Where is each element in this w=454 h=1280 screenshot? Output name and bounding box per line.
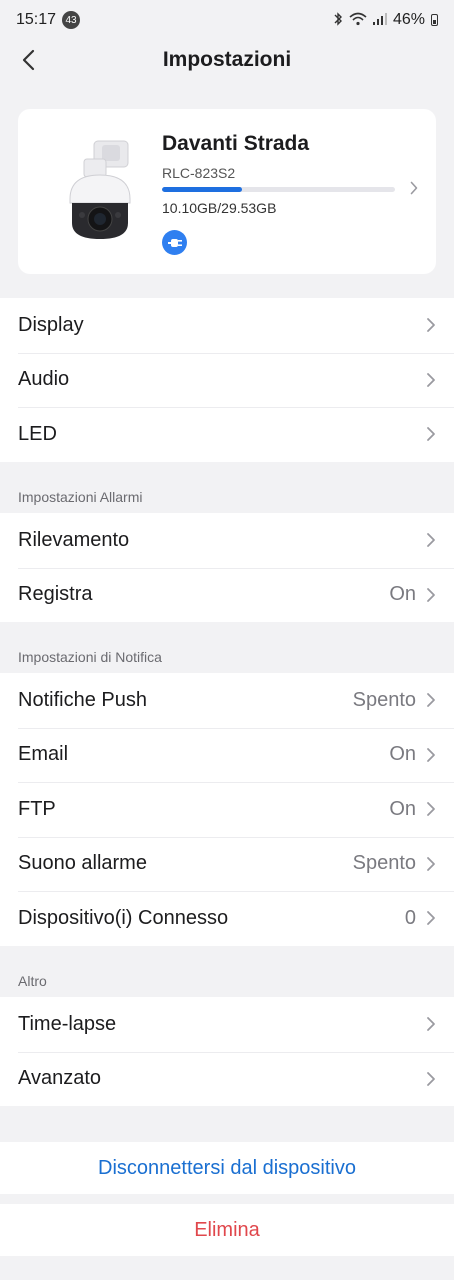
settings-row-connected-devices[interactable]: Dispositivo(i) Connesso 0 bbox=[0, 891, 454, 946]
device-card[interactable]: Davanti Strada RLC-823S2 10.10GB/29.53GB bbox=[18, 109, 436, 274]
chevron-right-icon bbox=[427, 533, 435, 548]
settings-row-email[interactable]: Email On bbox=[0, 727, 454, 783]
alarm-settings-group: Rilevamento Registra On bbox=[0, 513, 454, 622]
chevron-right-icon bbox=[427, 372, 435, 387]
notification-settings-group: Notifiche Push Spento Email On FTP On Su… bbox=[0, 673, 454, 946]
storage-progress-bar bbox=[162, 187, 395, 192]
general-settings-group: Display Audio LED bbox=[0, 298, 454, 462]
settings-row-detection[interactable]: Rilevamento bbox=[0, 513, 454, 568]
row-value: On bbox=[389, 797, 416, 820]
row-label: Display bbox=[18, 313, 84, 336]
row-label: FTP bbox=[18, 797, 56, 820]
device-name: Davanti Strada bbox=[162, 132, 310, 155]
delete-device-button[interactable]: Elimina bbox=[0, 1204, 454, 1256]
row-label: Email bbox=[18, 743, 69, 766]
row-label: Dispositivo(i) Connesso bbox=[18, 906, 229, 929]
chevron-left-icon bbox=[22, 49, 35, 71]
chevron-right-icon bbox=[427, 693, 435, 708]
section-title-other: Altro bbox=[18, 973, 47, 989]
section-title-alarm: Impostazioni Allarmi bbox=[18, 489, 143, 505]
status-time: 15:17 bbox=[16, 11, 57, 28]
settings-row-led[interactable]: LED bbox=[0, 407, 454, 462]
row-value: 0 bbox=[404, 906, 416, 929]
row-label: Suono allarme bbox=[18, 852, 147, 875]
row-label: LED bbox=[18, 422, 57, 445]
row-value: On bbox=[389, 583, 416, 606]
row-label: Rilevamento bbox=[18, 528, 130, 551]
chevron-right-icon bbox=[427, 747, 435, 762]
storage-usage-text: 10.10GB/29.53GB bbox=[162, 200, 277, 216]
row-label: Audio bbox=[18, 368, 70, 391]
settings-row-ftp[interactable]: FTP On bbox=[0, 782, 454, 837]
status-bar: 15:17 43 46% bbox=[0, 0, 454, 40]
disconnect-device-button[interactable]: Disconnettersi dal dispositivo bbox=[0, 1142, 454, 1194]
row-label: Notifiche Push bbox=[18, 688, 147, 711]
settings-row-time-lapse[interactable]: Time-lapse bbox=[0, 997, 454, 1052]
row-value: Spento bbox=[352, 688, 416, 711]
settings-row-push-notifications[interactable]: Notifiche Push Spento bbox=[0, 673, 454, 728]
settings-row-advanced[interactable]: Avanzato bbox=[0, 1051, 454, 1107]
chevron-right-icon bbox=[427, 427, 435, 442]
section-title-notification: Impostazioni di Notifica bbox=[18, 649, 162, 665]
plug-icon bbox=[167, 238, 182, 247]
row-value: Spento bbox=[352, 852, 416, 875]
connection-badge bbox=[162, 230, 187, 255]
chevron-right-icon bbox=[427, 1017, 435, 1032]
camera-image bbox=[69, 140, 131, 239]
page-header: Impostazioni bbox=[0, 40, 454, 80]
settings-row-record[interactable]: Registra On bbox=[0, 567, 454, 623]
settings-row-alarm-sound[interactable]: Suono allarme Spento bbox=[0, 836, 454, 892]
settings-row-audio[interactable]: Audio bbox=[0, 352, 454, 408]
row-label: Time-lapse bbox=[18, 1012, 117, 1035]
settings-row-display[interactable]: Display bbox=[0, 298, 454, 353]
chevron-right-icon bbox=[427, 318, 435, 333]
bluetooth-icon bbox=[333, 11, 343, 29]
signal-icon bbox=[372, 12, 387, 28]
storage-progress-fill bbox=[162, 187, 242, 192]
row-value: On bbox=[389, 743, 416, 766]
notification-count-badge: 43 bbox=[62, 11, 81, 29]
chevron-right-icon bbox=[427, 856, 435, 871]
back-button[interactable] bbox=[14, 44, 42, 76]
row-label: Avanzato bbox=[18, 1067, 102, 1090]
chevron-right-icon bbox=[410, 181, 418, 195]
device-model: RLC-823S2 bbox=[162, 165, 236, 181]
battery-icon bbox=[431, 14, 438, 26]
chevron-right-icon bbox=[427, 911, 435, 926]
chevron-right-icon bbox=[427, 587, 435, 602]
chevron-right-icon bbox=[427, 1071, 435, 1086]
other-settings-group: Time-lapse Avanzato bbox=[0, 997, 454, 1106]
row-label: Registra bbox=[18, 583, 93, 606]
page-title: Impostazioni bbox=[162, 48, 292, 71]
wifi-icon bbox=[349, 12, 367, 29]
chevron-right-icon bbox=[427, 802, 435, 817]
battery-percentage: 46% bbox=[392, 11, 425, 28]
